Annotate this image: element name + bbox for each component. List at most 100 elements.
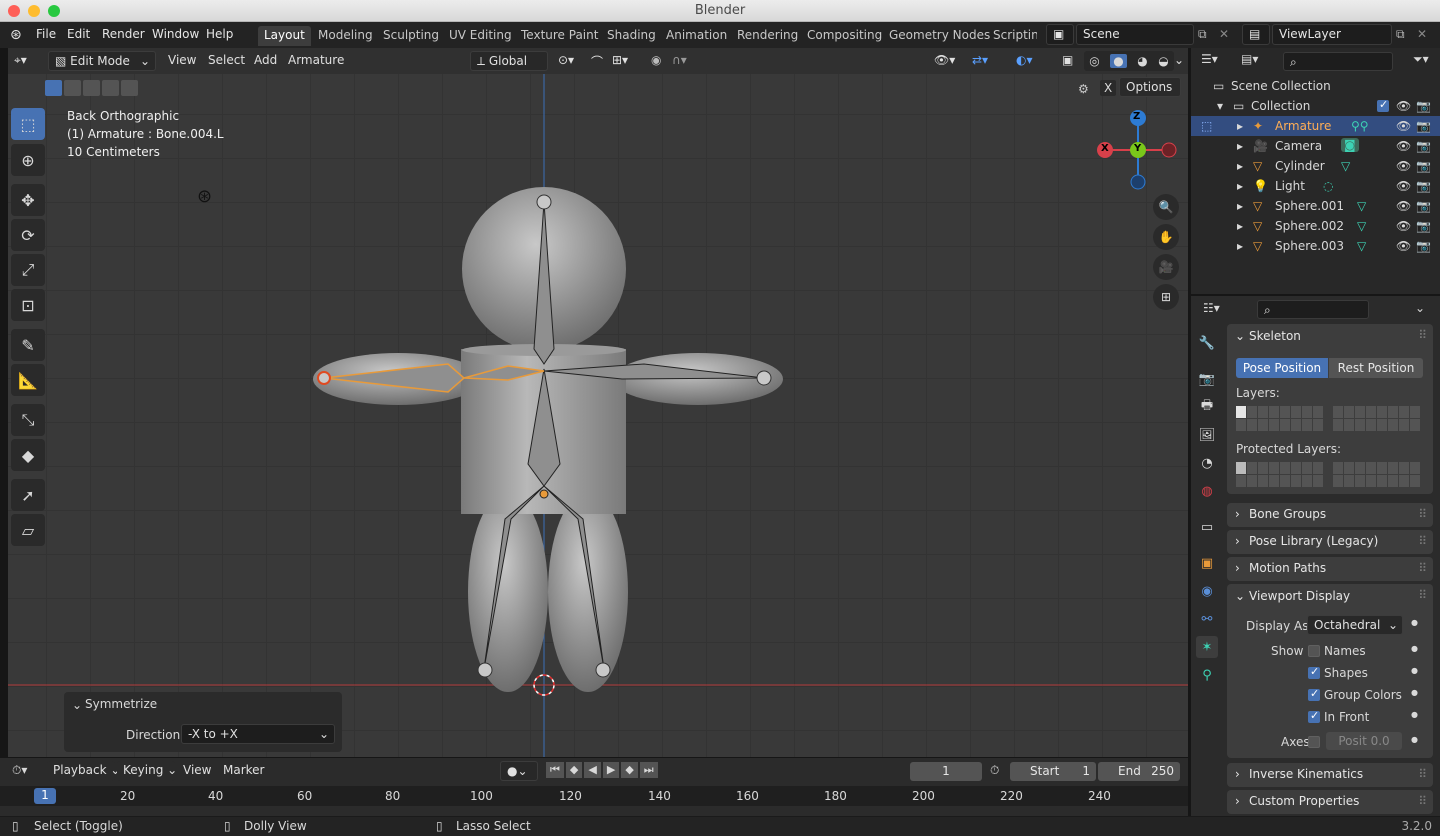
menu-add[interactable]: Add [254,53,277,67]
operator-title[interactable]: Symmetrize [85,697,157,711]
list-item[interactable]: ▸ ▽ Sphere.001 ▽ 👁 📷 [1191,196,1440,216]
playhead[interactable]: 1 [34,788,56,804]
zoom-icon[interactable]: 🔍 [1153,194,1179,220]
menu-window[interactable]: Window [152,27,199,41]
drag-handle-icon[interactable]: ⠿ [1418,588,1427,602]
menu-armature[interactable]: Armature [288,53,344,67]
eye-icon[interactable]: 👁 [1396,179,1411,193]
pose-library-panel[interactable]: › Pose Library (Legacy) ⠿ [1227,530,1433,554]
navigation-gizmo[interactable]: Z Y X [1095,110,1177,192]
menu-render[interactable]: Render [102,27,145,41]
expand-icon[interactable]: ▸ [1237,179,1243,193]
shapes-checkbox[interactable] [1308,665,1320,679]
eye-icon[interactable]: 👁 [1396,219,1411,233]
play-reverse-icon[interactable]: ◀ [584,762,601,778]
current-frame-field[interactable]: 1 [910,762,982,781]
next-keyframe-icon[interactable]: ◆ [621,762,638,778]
overlays-toggle-icon[interactable]: ◐▾ [1016,53,1033,67]
record-keyframe-icon[interactable]: ●⌄ [500,761,538,781]
snap-target-icon[interactable]: ⊞▾ [612,53,628,67]
chevron-down-icon[interactable]: ⌄ [1415,301,1425,315]
camera-render-icon[interactable]: 📷 [1416,199,1431,213]
tool-tab-icon[interactable]: 🔧 [1196,332,1218,354]
pose-position-button[interactable]: Pose Position [1236,358,1328,378]
tab-sculpting[interactable]: Sculpting [377,26,445,46]
rest-position-button[interactable]: Rest Position [1329,358,1423,378]
3d-viewport[interactable]: ⬚ ⊕ ✥ ⟳ ⤢ ⊡ ✎ 📐 ⤡ ◆ ➚ ▱ Back Orthographi… [8,74,1188,757]
camera-render-icon[interactable]: 📷 [1416,119,1431,133]
expand-icon[interactable]: ▸ [1237,239,1243,253]
view-layer-name-field[interactable]: ViewLayer [1272,24,1392,45]
scene-name-field[interactable]: Scene [1076,24,1194,45]
world-tab-icon[interactable]: ◍ [1196,480,1218,502]
keyframe-dot-icon[interactable]: ● [1411,666,1418,675]
drag-handle-icon[interactable]: ⠿ [1418,561,1427,575]
delete-scene-icon[interactable]: ✕ [1219,27,1229,41]
tab-rendering[interactable]: Rendering [731,26,804,46]
keyframe-dot-icon[interactable]: ● [1411,735,1418,744]
group-colors-checkbox[interactable] [1308,687,1320,701]
camera-view-icon[interactable]: 🎥 [1153,254,1179,280]
filter-icon[interactable]: ⏷▾ [1413,52,1429,67]
display-as-dropdown[interactable]: Octahedral ⌄ [1307,615,1403,635]
collection-tab-icon[interactable]: ▭ [1196,516,1218,538]
menu-view[interactable]: View [168,53,196,67]
visibility-icon[interactable]: 👁▾ [934,53,955,67]
bone-tab-icon[interactable]: ⚲ [1196,664,1218,686]
eye-icon[interactable]: 👁 [1396,99,1411,113]
material-shading-icon[interactable]: ◕ [1137,54,1147,68]
list-item[interactable]: ▸ ▽ Sphere.002 ▽ 👁 📷 [1191,216,1440,236]
xray-toggle-icon[interactable]: ▣ [1062,53,1073,67]
tab-layout[interactable]: Layout [258,26,311,46]
ortho-toggle-icon[interactable]: ⊞ [1153,284,1179,310]
jump-start-icon[interactable]: ⏮ [546,762,564,778]
keyframe-dot-icon[interactable]: ● [1411,618,1418,627]
tab-geometry-nodes[interactable]: Geometry Nodes [883,26,996,46]
frame-ruler[interactable]: 1 20 40 60 80 100 120 140 160 180 200 22… [0,786,1188,806]
shading-options-chevron-icon[interactable]: ⌄ [1174,53,1184,67]
new-view-layer-icon[interactable]: ⧉ [1396,27,1405,42]
expand-icon[interactable]: ▸ [1237,219,1243,233]
bone-groups-panel[interactable]: › Bone Groups ⠿ [1227,503,1433,527]
custom-properties-panel[interactable]: › Custom Properties ⠿ [1227,790,1433,814]
gizmo-toggle-icon[interactable]: ⇄▾ [972,53,988,67]
camera-render-icon[interactable]: 📷 [1416,219,1431,233]
layers-grid-right[interactable] [1333,406,1420,431]
properties-editor-icon[interactable]: ☷▾ [1203,301,1220,315]
end-frame-field[interactable]: End 250 [1098,762,1180,781]
mode-dropdown[interactable]: ▧ Edit Mode ⌄ [48,51,156,71]
viewport-display-header[interactable]: Viewport Display [1249,589,1350,603]
tab-scripting[interactable]: Scripting [987,26,1037,46]
timeline-view-menu[interactable]: View [183,763,211,777]
menu-select[interactable]: Select [208,53,245,67]
drag-handle-icon[interactable]: ⠿ [1418,794,1427,808]
inverse-kinematics-panel[interactable]: › Inverse Kinematics ⠿ [1227,763,1433,787]
eye-icon[interactable]: 👁 [1396,159,1411,173]
play-icon[interactable]: ▶ [602,762,620,778]
chevron-down-icon[interactable]: ⌄ [1235,589,1245,603]
new-scene-icon[interactable]: ⧉ [1198,27,1207,42]
tab-compositing[interactable]: Compositing [801,26,888,46]
drag-handle-icon[interactable]: ⠿ [1418,328,1427,342]
marker-menu[interactable]: Marker [223,763,264,777]
render-tab-icon[interactable]: 📷 [1196,368,1218,390]
outliner-editor-icon[interactable]: ☰▾ [1201,52,1218,66]
snap-toggle-icon[interactable]: ⌒ [591,53,603,70]
expand-icon[interactable]: ▾ [1217,99,1223,113]
view-layer-tab-icon[interactable]: 🖼 [1196,424,1218,446]
list-item[interactable]: ▸ ▽ Sphere.003 ▽ 👁 📷 [1191,236,1440,256]
expand-icon[interactable]: ▸ [1237,139,1243,153]
rendered-shading-icon[interactable]: ◒ [1158,54,1168,68]
physics-tab-icon[interactable]: ◉ [1196,580,1218,602]
motion-paths-panel[interactable]: › Motion Paths ⠿ [1227,557,1433,581]
output-tab-icon[interactable]: 🖶 [1196,396,1218,418]
direction-dropdown[interactable]: -X to +X ⌄ [181,724,335,744]
keyframe-dot-icon[interactable]: ● [1411,710,1418,719]
tab-uv-editing[interactable]: UV Editing [443,26,518,46]
eye-icon[interactable]: 👁 [1396,199,1411,213]
pivot-point-icon[interactable]: ⊙▾ [558,53,574,67]
keying-menu[interactable]: Keying ⌄ [117,761,177,781]
wireframe-shading-icon[interactable]: ◎ [1089,54,1099,68]
keyframe-dot-icon[interactable]: ● [1411,644,1418,653]
menu-help[interactable]: Help [206,27,233,41]
